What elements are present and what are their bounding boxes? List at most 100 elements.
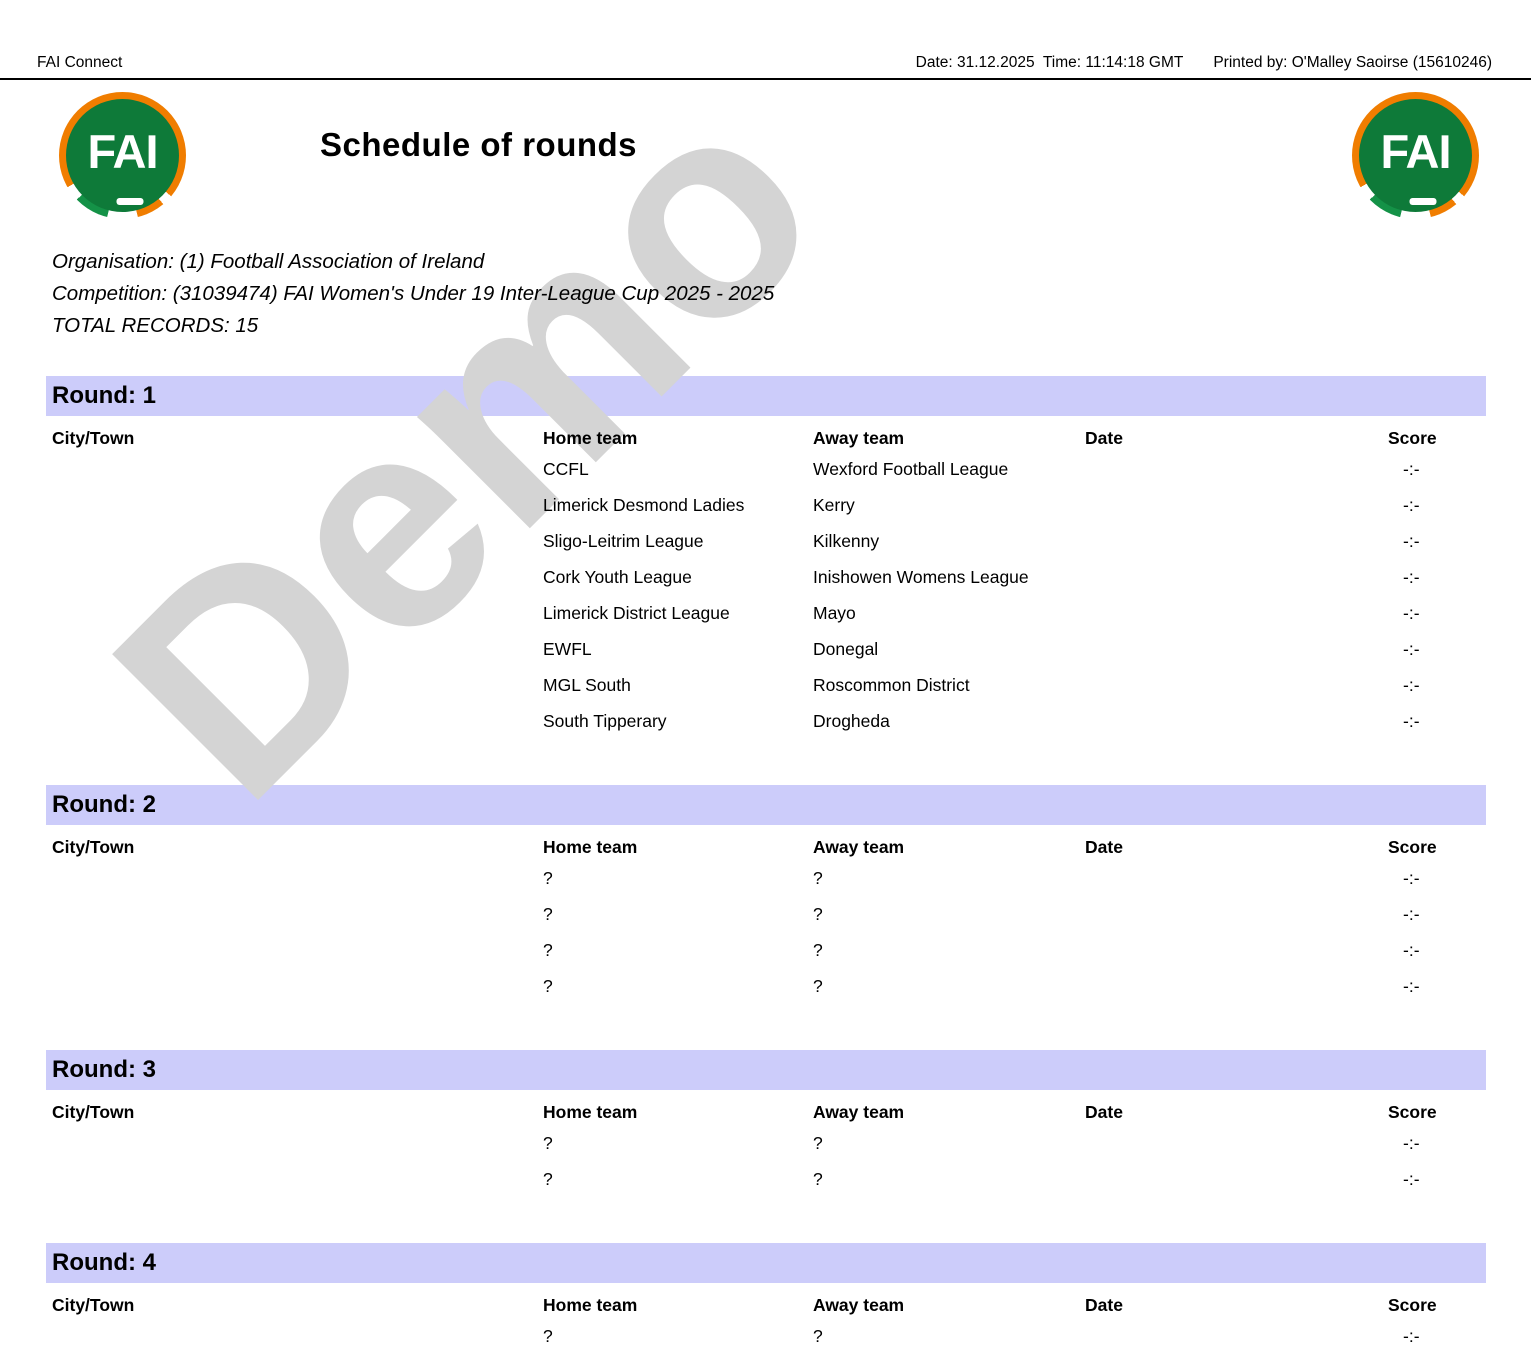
match-row: ? ? -:- xyxy=(46,1318,1486,1354)
rounds-container: Round: 1 City/Town Home team Away team D… xyxy=(0,376,1531,1354)
column-header-city: City/Town xyxy=(52,1292,543,1318)
cell-home-team: ? xyxy=(543,896,813,932)
cell-home-team: ? xyxy=(543,860,813,896)
cell-score: -:- xyxy=(1388,1318,1484,1354)
match-row: South Tipperary Drogheda -:- xyxy=(46,703,1486,739)
match-row: EWFL Donegal -:- xyxy=(46,631,1486,667)
print-date-time: Date: 31.12.2025 Time: 11:14:18 GMT xyxy=(916,54,1184,72)
round-header-bar: Round: 4 xyxy=(46,1243,1486,1283)
cell-city-town xyxy=(52,487,543,523)
column-header-row: City/Town Home team Away team Date Score xyxy=(46,834,1486,860)
fai-logo-badge: FAI xyxy=(1359,99,1472,212)
column-header-home: Home team xyxy=(543,1099,813,1125)
cell-away-team: ? xyxy=(813,860,1085,896)
round-section: Round: 1 City/Town Home team Away team D… xyxy=(46,376,1486,739)
cell-city-town xyxy=(52,860,543,896)
round-title: Round: 1 xyxy=(52,382,156,409)
competition-line: Competition: (31039474) FAI Women's Unde… xyxy=(52,278,1486,310)
column-header-away: Away team xyxy=(813,834,1085,860)
cell-city-town xyxy=(52,1125,543,1161)
match-row: Sligo-Leitrim League Kilkenny -:- xyxy=(46,523,1486,559)
cell-date xyxy=(1085,968,1388,1004)
fai-logo-dash xyxy=(1410,198,1437,205)
column-header-home: Home team xyxy=(543,1292,813,1318)
cell-score: -:- xyxy=(1388,595,1484,631)
column-header-date: Date xyxy=(1085,1292,1388,1318)
cell-away-team: Kerry xyxy=(813,487,1085,523)
cell-away-team: ? xyxy=(813,968,1085,1004)
cell-score: -:- xyxy=(1388,631,1484,667)
column-header-home: Home team xyxy=(543,425,813,451)
match-rows: ? ? -:- ? ? -:- xyxy=(46,1125,1486,1197)
match-rows: ? ? -:- ? ? -:- ? ? -:- ? ? -:- xyxy=(46,860,1486,1004)
fai-logo-right: FAI xyxy=(1352,92,1479,219)
cell-date xyxy=(1085,559,1388,595)
cell-away-team: ? xyxy=(813,1161,1085,1197)
cell-date xyxy=(1085,860,1388,896)
cell-score: -:- xyxy=(1388,523,1484,559)
cell-away-team: Drogheda xyxy=(813,703,1085,739)
cell-away-team: Mayo xyxy=(813,595,1085,631)
cell-score: -:- xyxy=(1388,968,1484,1004)
cell-city-town xyxy=(52,595,543,631)
cell-score: -:- xyxy=(1388,703,1484,739)
cell-home-team: South Tipperary xyxy=(543,703,813,739)
branding-row: FAI Schedule of rounds FAI xyxy=(37,80,1486,232)
cell-city-town xyxy=(52,1318,543,1354)
column-header-score: Score xyxy=(1388,1099,1484,1125)
cell-away-team: ? xyxy=(813,896,1085,932)
cell-home-team: ? xyxy=(543,1161,813,1197)
cell-date xyxy=(1085,1318,1388,1354)
column-header-date: Date xyxy=(1085,1099,1388,1125)
match-row: ? ? -:- xyxy=(46,1161,1486,1197)
cell-home-team: Limerick Desmond Ladies xyxy=(543,487,813,523)
column-header-away: Away team xyxy=(813,425,1085,451)
cell-city-town xyxy=(52,703,543,739)
cell-home-team: EWFL xyxy=(543,631,813,667)
round-title: Round: 3 xyxy=(52,1056,156,1083)
fai-logo-text: FAI xyxy=(1380,124,1450,179)
cell-home-team: ? xyxy=(543,968,813,1004)
cell-away-team: Inishowen Womens League xyxy=(813,559,1085,595)
column-header-score: Score xyxy=(1388,1292,1484,1318)
column-header-city: City/Town xyxy=(52,1099,543,1125)
print-meta: Date: 31.12.2025 Time: 11:14:18 GMT Prin… xyxy=(916,54,1492,72)
cell-city-town xyxy=(52,968,543,1004)
column-header-row: City/Town Home team Away team Date Score xyxy=(46,1099,1486,1125)
column-header-away: Away team xyxy=(813,1099,1085,1125)
match-row: Cork Youth League Inishowen Womens Leagu… xyxy=(46,559,1486,595)
fai-logo-left: FAI xyxy=(59,92,186,219)
cell-city-town xyxy=(52,932,543,968)
match-row: ? ? -:- xyxy=(46,968,1486,1004)
cell-city-town xyxy=(52,1161,543,1197)
match-row: Limerick Desmond Ladies Kerry -:- xyxy=(46,487,1486,523)
cell-city-town xyxy=(52,896,543,932)
app-name: FAI Connect xyxy=(37,54,122,72)
cell-city-town xyxy=(52,559,543,595)
cell-home-team: Sligo-Leitrim League xyxy=(543,523,813,559)
match-row: ? ? -:- xyxy=(46,896,1486,932)
cell-score: -:- xyxy=(1388,487,1484,523)
cell-away-team: Wexford Football League xyxy=(813,451,1085,487)
match-row: Limerick District League Mayo -:- xyxy=(46,595,1486,631)
column-header-home: Home team xyxy=(543,834,813,860)
cell-away-team: ? xyxy=(813,1125,1085,1161)
cell-date xyxy=(1085,595,1388,631)
cell-away-team: Donegal xyxy=(813,631,1085,667)
cell-date xyxy=(1085,703,1388,739)
column-header-away: Away team xyxy=(813,1292,1085,1318)
cell-score: -:- xyxy=(1388,860,1484,896)
column-header-row: City/Town Home team Away team Date Score xyxy=(46,425,1486,451)
cell-score: -:- xyxy=(1388,932,1484,968)
cell-date xyxy=(1085,932,1388,968)
match-row: ? ? -:- xyxy=(46,932,1486,968)
cell-score: -:- xyxy=(1388,559,1484,595)
cell-away-team: Roscommon District xyxy=(813,667,1085,703)
column-header-city: City/Town xyxy=(52,834,543,860)
cell-date xyxy=(1085,451,1388,487)
round-section: Round: 2 City/Town Home team Away team D… xyxy=(46,785,1486,1004)
cell-home-team: Cork Youth League xyxy=(543,559,813,595)
round-section: Round: 3 City/Town Home team Away team D… xyxy=(46,1050,1486,1197)
fai-logo-text: FAI xyxy=(87,124,157,179)
match-row: ? ? -:- xyxy=(46,1125,1486,1161)
